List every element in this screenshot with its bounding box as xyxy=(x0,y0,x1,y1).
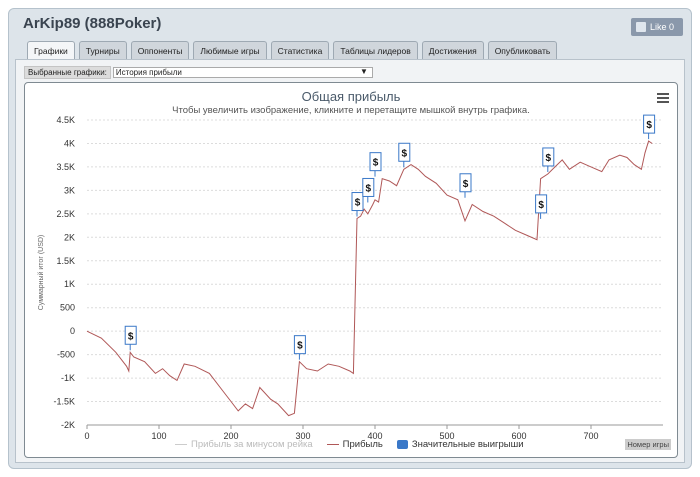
legend-item[interactable]: Прибыль xyxy=(326,439,383,450)
y-tick-label: 1K xyxy=(64,279,75,289)
tab-tournaments[interactable]: Турниры xyxy=(78,41,127,59)
y-tick-label: 4.5K xyxy=(56,115,75,125)
x-tick-label: 100 xyxy=(151,431,166,441)
like-label: Like 0 xyxy=(650,22,675,32)
legend-swatch xyxy=(396,440,408,449)
big-win-flag-label: $ xyxy=(402,148,408,159)
big-win-flag-label: $ xyxy=(546,153,552,164)
tab-achievements[interactable]: Достижения xyxy=(421,41,484,59)
tab-leaderboards[interactable]: Таблицы лидеров xyxy=(333,41,418,59)
legend-label: Прибыль за минусом рейка xyxy=(191,439,313,450)
y-tick-label: -1.5K xyxy=(53,397,75,407)
tab-publish[interactable]: Опубликовать xyxy=(487,41,558,59)
legend-item[interactable]: Значительные выигрыши xyxy=(396,439,524,450)
title-bar: ArKip89 (888Poker) Like 0 xyxy=(9,9,691,39)
tab-favorite-games[interactable]: Любимые игры xyxy=(193,41,267,59)
thumbs-up-icon xyxy=(636,22,646,32)
legend-item[interactable]: Прибыль за минусом рейка xyxy=(175,439,313,450)
legend-swatch xyxy=(326,444,339,445)
x-axis-title: Номер игры xyxy=(625,439,671,450)
tab-opponents[interactable]: Оппоненты xyxy=(130,41,190,59)
legend-label: Значительные выигрыши xyxy=(411,439,524,450)
y-tick-label: 2K xyxy=(64,232,75,242)
dropdown-arrow-icon: ▼ xyxy=(359,67,368,76)
chart-legend: Прибыль за минусом рейка Прибыль Значитель… xyxy=(175,439,524,450)
tab-charts[interactable]: Графики xyxy=(27,41,75,59)
big-win-flag-label: $ xyxy=(463,179,469,190)
tab-statistics[interactable]: Статистика xyxy=(270,41,330,59)
chart-selector[interactable]: История прибыли ▼ xyxy=(112,67,373,78)
y-tick-label: 1.5K xyxy=(56,256,75,266)
big-win-flag-label: $ xyxy=(373,158,379,169)
y-tick-label: 3K xyxy=(64,185,75,195)
big-win-flag-label: $ xyxy=(355,198,361,209)
y-tick-label: 3.5K xyxy=(56,162,75,172)
y-tick-label: 500 xyxy=(60,303,75,313)
big-win-flag-label: $ xyxy=(366,183,372,194)
player-window: ArKip89 (888Poker) Like 0 Графики Турнир… xyxy=(8,8,692,469)
y-tick-label: -2K xyxy=(61,420,75,430)
like-button[interactable]: Like 0 xyxy=(631,18,683,36)
chart-selector-value: История прибыли xyxy=(115,68,182,77)
window-title: ArKip89 (888Poker) xyxy=(23,15,162,32)
chart-selector-row: Выбранные графики: История прибыли ▼ xyxy=(24,66,373,79)
big-win-flag-label: $ xyxy=(128,331,134,342)
profit-chart[interactable]: Общая прибыль Чтобы увеличить изображени… xyxy=(24,82,678,458)
chart-selector-label: Выбранные графики: xyxy=(24,66,111,79)
y-tick-label: 0 xyxy=(70,326,75,336)
legend-label: Прибыль xyxy=(342,439,383,450)
y-tick-label: -500 xyxy=(57,350,75,360)
x-tick-label: 0 xyxy=(84,431,89,441)
legend-swatch xyxy=(175,444,187,445)
big-win-flag-label: $ xyxy=(646,120,652,131)
charts-panel: Выбранные графики: История прибыли ▼ Общ… xyxy=(15,59,685,463)
y-axis-title: Суммарный итог (USD) xyxy=(37,235,45,311)
chart-plot: -2K -1.5K -1K -500 0 500 1K 1.5K 2K 2.5K 3K 3.5K 4K 4… xyxy=(37,114,663,441)
big-win-flag-label: $ xyxy=(297,341,303,352)
tab-bar: Графики Турниры Оппоненты Любимые игры С… xyxy=(27,41,558,59)
y-tick-label: 4K xyxy=(64,138,75,148)
x-tick-label: 700 xyxy=(583,431,598,441)
y-tick-label: 2.5K xyxy=(56,209,75,219)
y-tick-label: -1K xyxy=(61,373,75,383)
big-win-flag-label: $ xyxy=(538,200,544,211)
